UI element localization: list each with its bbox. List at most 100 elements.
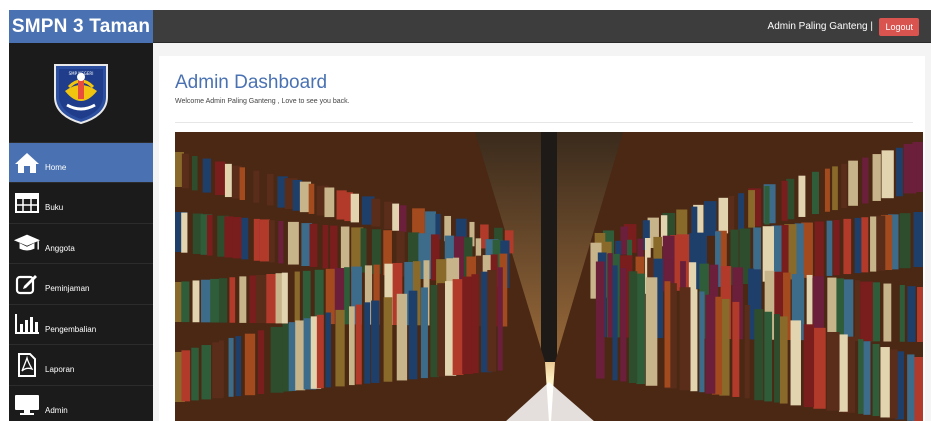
book-spine xyxy=(287,221,299,265)
book-spine xyxy=(833,219,840,276)
book-spine xyxy=(699,291,705,393)
book-spine xyxy=(257,330,265,394)
pdf-icon xyxy=(13,351,41,379)
book-spine xyxy=(843,279,854,341)
edit-icon xyxy=(13,270,41,298)
book-spine xyxy=(764,185,770,225)
book-spine xyxy=(201,345,212,400)
book-spine xyxy=(896,147,903,197)
book-spine xyxy=(348,306,355,386)
book-spine xyxy=(826,331,840,411)
book-spine xyxy=(764,311,773,402)
book-spine xyxy=(860,281,873,342)
book-spine xyxy=(636,273,646,385)
book-spine xyxy=(679,287,691,391)
graduation-cap-icon xyxy=(13,229,41,257)
book-spine xyxy=(903,143,917,194)
book-spine xyxy=(278,221,284,264)
sidebar-item-label: Laporan xyxy=(45,365,75,375)
book-spine xyxy=(744,305,750,399)
book-spine xyxy=(181,212,188,253)
book-spine xyxy=(838,334,848,412)
book-spine xyxy=(880,347,890,418)
school-logo: SMP NEGERI xyxy=(54,63,108,124)
home-icon xyxy=(13,149,41,177)
book-spine xyxy=(364,302,371,384)
book-spine xyxy=(288,322,297,391)
book-spine xyxy=(392,203,400,231)
book-spine xyxy=(645,277,658,386)
book-spine xyxy=(899,285,905,342)
book-spine xyxy=(371,198,381,227)
book-spine xyxy=(883,283,892,342)
book-spine xyxy=(813,327,826,409)
book-spine xyxy=(181,153,189,189)
book-spine xyxy=(383,297,393,382)
logout-button[interactable]: Logout xyxy=(879,18,919,36)
book-spine xyxy=(854,280,861,342)
logo-text: SMP NEGERI xyxy=(69,71,94,76)
book-spine xyxy=(872,343,880,417)
book-spine xyxy=(754,309,764,401)
book-spine xyxy=(355,304,362,385)
book-spine xyxy=(907,286,916,342)
admin-name: Admin Paling Ganteng | xyxy=(767,21,873,32)
book-spine xyxy=(232,217,242,259)
book-spine xyxy=(620,226,628,255)
book-spine xyxy=(181,281,190,323)
book-spine xyxy=(281,272,288,324)
book-spine xyxy=(748,190,755,228)
sidebar-item-laporan[interactable]: Laporan xyxy=(9,345,153,386)
book-spine xyxy=(595,261,605,379)
sidebar-item-anggota[interactable]: Anggota xyxy=(9,224,153,264)
book-spine xyxy=(239,276,247,323)
book-spine xyxy=(218,340,224,398)
top-bar: Admin Paling Ganteng | Logout xyxy=(153,10,931,43)
library-hero-image xyxy=(175,132,923,421)
book-spine xyxy=(452,279,464,376)
book-spine xyxy=(309,223,318,267)
book-spine xyxy=(876,215,886,271)
sidebar-item-label: Peminjaman xyxy=(45,284,90,294)
book-spine xyxy=(913,212,923,267)
book-spine xyxy=(202,158,211,193)
brand-title[interactable]: SMPN 3 Taman xyxy=(9,10,153,43)
book-spine xyxy=(302,270,311,324)
sidebar-item-peminjaman[interactable]: Peminjaman xyxy=(9,264,153,305)
sidebar-item-buku[interactable]: Buku xyxy=(9,183,153,224)
monitor-icon xyxy=(13,391,41,419)
book-spine xyxy=(854,217,862,274)
book-spine xyxy=(781,180,788,221)
book-spine xyxy=(738,193,745,230)
book-spine xyxy=(848,160,858,206)
book-spine xyxy=(798,175,806,217)
book-spine xyxy=(779,316,788,404)
book-spine xyxy=(340,226,350,271)
book-spine xyxy=(832,166,838,211)
sidebar-item-pengembalian[interactable]: Pengembalian xyxy=(9,305,153,345)
book-spine xyxy=(870,216,877,272)
book-spine xyxy=(324,187,335,218)
page-title: Admin Dashboard xyxy=(175,72,328,93)
book-spine xyxy=(267,173,274,206)
sidebar-item-home[interactable]: Home xyxy=(9,143,153,183)
book-spine xyxy=(628,271,638,384)
sidebar-item-admin[interactable]: Admin xyxy=(9,386,153,421)
main-content: Admin Dashboard Welcome Admin Paling Gan… xyxy=(153,43,931,421)
book-spine xyxy=(181,350,191,402)
welcome-message: Welcome Admin Paling Ganteng , Love to s… xyxy=(175,98,350,105)
book-spine xyxy=(705,294,716,394)
book-spine xyxy=(218,278,228,323)
book-spine xyxy=(412,208,425,235)
book-spine xyxy=(863,341,871,415)
book-spine xyxy=(487,270,497,372)
book-spine xyxy=(253,170,260,203)
book-spine xyxy=(826,220,833,276)
book-spine xyxy=(907,354,915,421)
book-spine xyxy=(607,253,613,338)
book-spine xyxy=(241,217,249,260)
book-spine xyxy=(191,156,198,191)
logo-area: SMP NEGERI xyxy=(9,43,153,143)
book-spine xyxy=(718,197,729,234)
book-spine xyxy=(192,280,200,323)
